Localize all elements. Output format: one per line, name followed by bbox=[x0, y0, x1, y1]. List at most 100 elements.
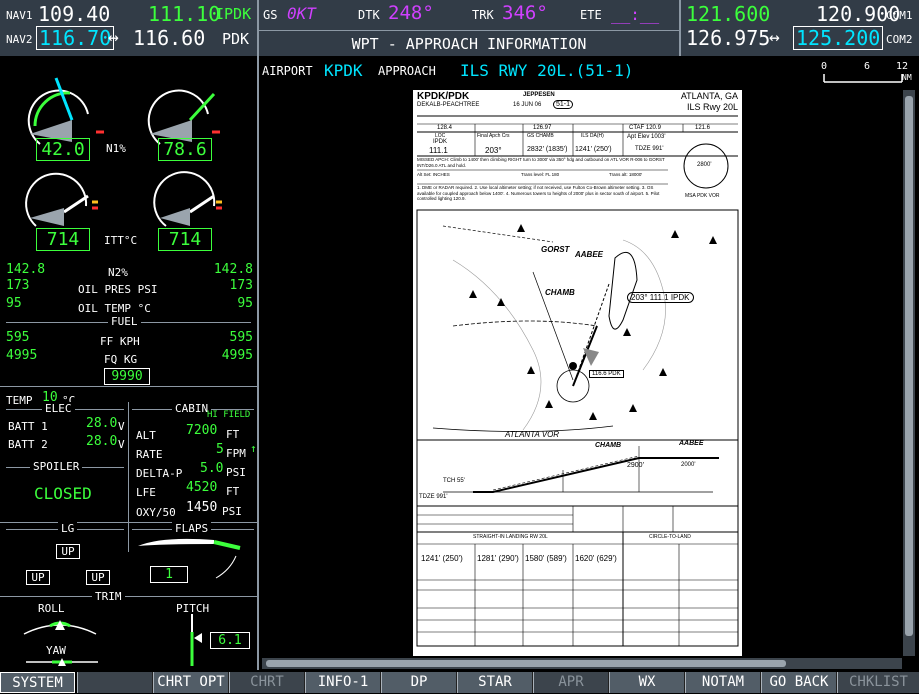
cabin-alt-label: ALT bbox=[136, 429, 156, 442]
fq-left: 4995 bbox=[6, 348, 38, 363]
fq-right: 4995 bbox=[221, 348, 253, 363]
airport-label: AIRPORT bbox=[262, 64, 313, 78]
plate-index: 51-1 bbox=[553, 100, 574, 109]
lg-nose: UP bbox=[56, 544, 80, 559]
plate-missed-approach: MISSED APCH: Climb to 1400' then climbin… bbox=[417, 157, 665, 168]
nav1-ident: IPDK bbox=[215, 5, 252, 23]
itt-right-gauge bbox=[153, 171, 222, 227]
plate-brand: JEPPESEN bbox=[523, 92, 555, 98]
scale-bar-svg bbox=[823, 74, 903, 83]
plate-airport-ident: KPDK/PDK bbox=[417, 91, 470, 102]
itt-left-value: 714 bbox=[36, 228, 90, 251]
plate-msa-label: MSA PDK VOR bbox=[685, 193, 720, 199]
n1-left-gauge bbox=[27, 77, 104, 145]
softkey-wx[interactable]: WX bbox=[609, 672, 685, 693]
itt-label: ITT°C bbox=[104, 234, 138, 247]
nav2-label: NAV2 bbox=[6, 33, 33, 46]
plate-msa: 2800' bbox=[697, 162, 712, 168]
scale-six: 6 bbox=[864, 61, 871, 72]
eis-divider-2 bbox=[0, 522, 257, 523]
approach-selection[interactable]: ILS RWY 20L.(51-1) bbox=[460, 61, 633, 80]
ff-right: 595 bbox=[229, 330, 253, 345]
batt1-value: 28.0 bbox=[86, 416, 118, 431]
airport-ident[interactable]: KPDK bbox=[324, 61, 363, 80]
itt-left-gauge bbox=[25, 172, 98, 227]
plate-fix-aabee: AABEE bbox=[575, 250, 604, 259]
plate-fix-gorst: GORST bbox=[541, 245, 570, 254]
plate-freq-3: CTAF 120.9 bbox=[629, 125, 661, 131]
flaps-value: 1 bbox=[150, 566, 188, 583]
com2-swap-arrow[interactable]: ↔ bbox=[769, 27, 780, 48]
nav2-active-freq[interactable]: 116.60 bbox=[133, 26, 205, 50]
softkey-chrt-opt[interactable]: CHRT OPT bbox=[153, 672, 229, 693]
plate-gs-value: 2832' (1835') bbox=[527, 146, 568, 153]
com2-standby-freq[interactable]: 125.200 bbox=[793, 26, 884, 50]
chart-horizontal-scrollbar[interactable] bbox=[262, 658, 902, 669]
temp-label: TEMP bbox=[6, 394, 33, 407]
softkey-chklist[interactable]: CHKLIST bbox=[837, 672, 919, 693]
softkey-notam[interactable]: NOTAM bbox=[685, 672, 761, 693]
eis-divider-3 bbox=[0, 596, 257, 597]
plate-freq-1: 128.4 bbox=[437, 125, 453, 131]
gs-label: GS bbox=[263, 8, 278, 22]
fuel-title: FUEL bbox=[108, 315, 141, 328]
lg-right: UP bbox=[86, 570, 110, 585]
cabin-rate-label: RATE bbox=[136, 448, 163, 461]
softkey-go-back[interactable]: GO BACK bbox=[761, 672, 837, 693]
plate-circle-title: CIRCLE-TO-LAND bbox=[649, 534, 691, 540]
dtk-label: DTK bbox=[358, 8, 380, 22]
plate-apt-elev: Apt Elev 1003' bbox=[627, 134, 666, 140]
softkey-info-1[interactable]: INFO-1 bbox=[305, 672, 381, 693]
lfe-value: 4520 bbox=[186, 480, 218, 495]
pitch-trim-value: 6.1 bbox=[210, 632, 250, 649]
roll-trim-svg bbox=[23, 620, 97, 635]
rate-up-arrow-icon: ↑ bbox=[250, 442, 257, 455]
com2-active-freq[interactable]: 126.975 bbox=[686, 26, 770, 50]
eis-strip: 42.0 N1% 78.6 714 ITT°C 714 142.8 N2% 14… bbox=[0, 56, 257, 670]
com1-active-freq[interactable]: 121.600 bbox=[686, 2, 770, 26]
plate-date: 16 JUN 06 bbox=[513, 102, 542, 108]
plate-da-label: ILS DA(H) bbox=[581, 133, 604, 139]
plate-tdze: TDZE 991' bbox=[635, 146, 664, 152]
nav1-standby-freq[interactable]: 109.40 bbox=[38, 2, 110, 26]
lfe-unit: FT bbox=[226, 485, 240, 498]
nav2-swap-arrow[interactable]: ↔ bbox=[108, 27, 119, 48]
plate-profile-alt-2: 2000' bbox=[681, 462, 696, 468]
airport-approach-bar: AIRPORT KPDK APPROACH ILS RWY 20L.(51-1) bbox=[262, 60, 682, 82]
softkey-system[interactable]: SYSTEM bbox=[0, 672, 75, 693]
softkey-chrt[interactable]: CHRT bbox=[229, 672, 305, 693]
batt2-value: 28.0 bbox=[86, 434, 118, 449]
plate-straight-in-title: STRAIGHT-IN LANDING RW 20L bbox=[473, 534, 548, 540]
lg-title: LG bbox=[58, 522, 78, 535]
plate-loc-ident: IPDK bbox=[433, 139, 448, 145]
chart-horizontal-scroll-thumb[interactable] bbox=[266, 660, 786, 667]
plate-freq-4: 121.6 bbox=[695, 125, 711, 131]
softkey-apr[interactable]: APR bbox=[533, 672, 609, 693]
chart-vertical-scroll-thumb[interactable] bbox=[905, 96, 913, 636]
plate-trans-alt: Trans alt: 18000' bbox=[609, 172, 643, 177]
approach-plate[interactable]: KPDK/PDK DEKALB-PEACHTREE JEPPESEN 16 JU… bbox=[413, 90, 742, 656]
nav1-active-freq[interactable]: 111.10 bbox=[148, 2, 220, 26]
deltap-label: DELTA-P bbox=[136, 467, 183, 480]
chart-vertical-scrollbar[interactable] bbox=[903, 90, 915, 656]
softkey-star[interactable]: STAR bbox=[457, 672, 533, 693]
cabin-alt-value: 7200 bbox=[186, 423, 218, 438]
nav2-standby-freq[interactable]: 116.70 bbox=[36, 26, 115, 50]
nav-radio-panel: NAV1 109.40 111.10 IPDK NAV2 116.70 ↔ 11… bbox=[0, 0, 257, 56]
batt2-label: BATT 2 bbox=[8, 438, 48, 451]
plate-vor-box: 116.6 PDK bbox=[589, 370, 624, 378]
plate-profile-tch: TCH 55' bbox=[443, 478, 465, 484]
n2-label: N2% bbox=[108, 266, 128, 279]
nav1-label: NAV1 bbox=[6, 9, 33, 22]
plate-freq-2: 126.97 bbox=[533, 125, 552, 131]
trk-value: 346° bbox=[502, 2, 548, 24]
softkey-blank-1[interactable] bbox=[77, 672, 153, 693]
plate-mins-1: 1241' (250') bbox=[421, 554, 463, 563]
softkey-dp[interactable]: DP bbox=[381, 672, 457, 693]
flaps-indicator-svg bbox=[138, 538, 241, 579]
plate-procedure: ILS Rwy 20L bbox=[686, 102, 738, 112]
cabin-rate-value: 5 bbox=[216, 442, 224, 457]
trk-label: TRK bbox=[472, 8, 494, 22]
batt2-unit: V bbox=[118, 438, 125, 451]
plate-loc-freq: 111.1 bbox=[429, 146, 448, 155]
